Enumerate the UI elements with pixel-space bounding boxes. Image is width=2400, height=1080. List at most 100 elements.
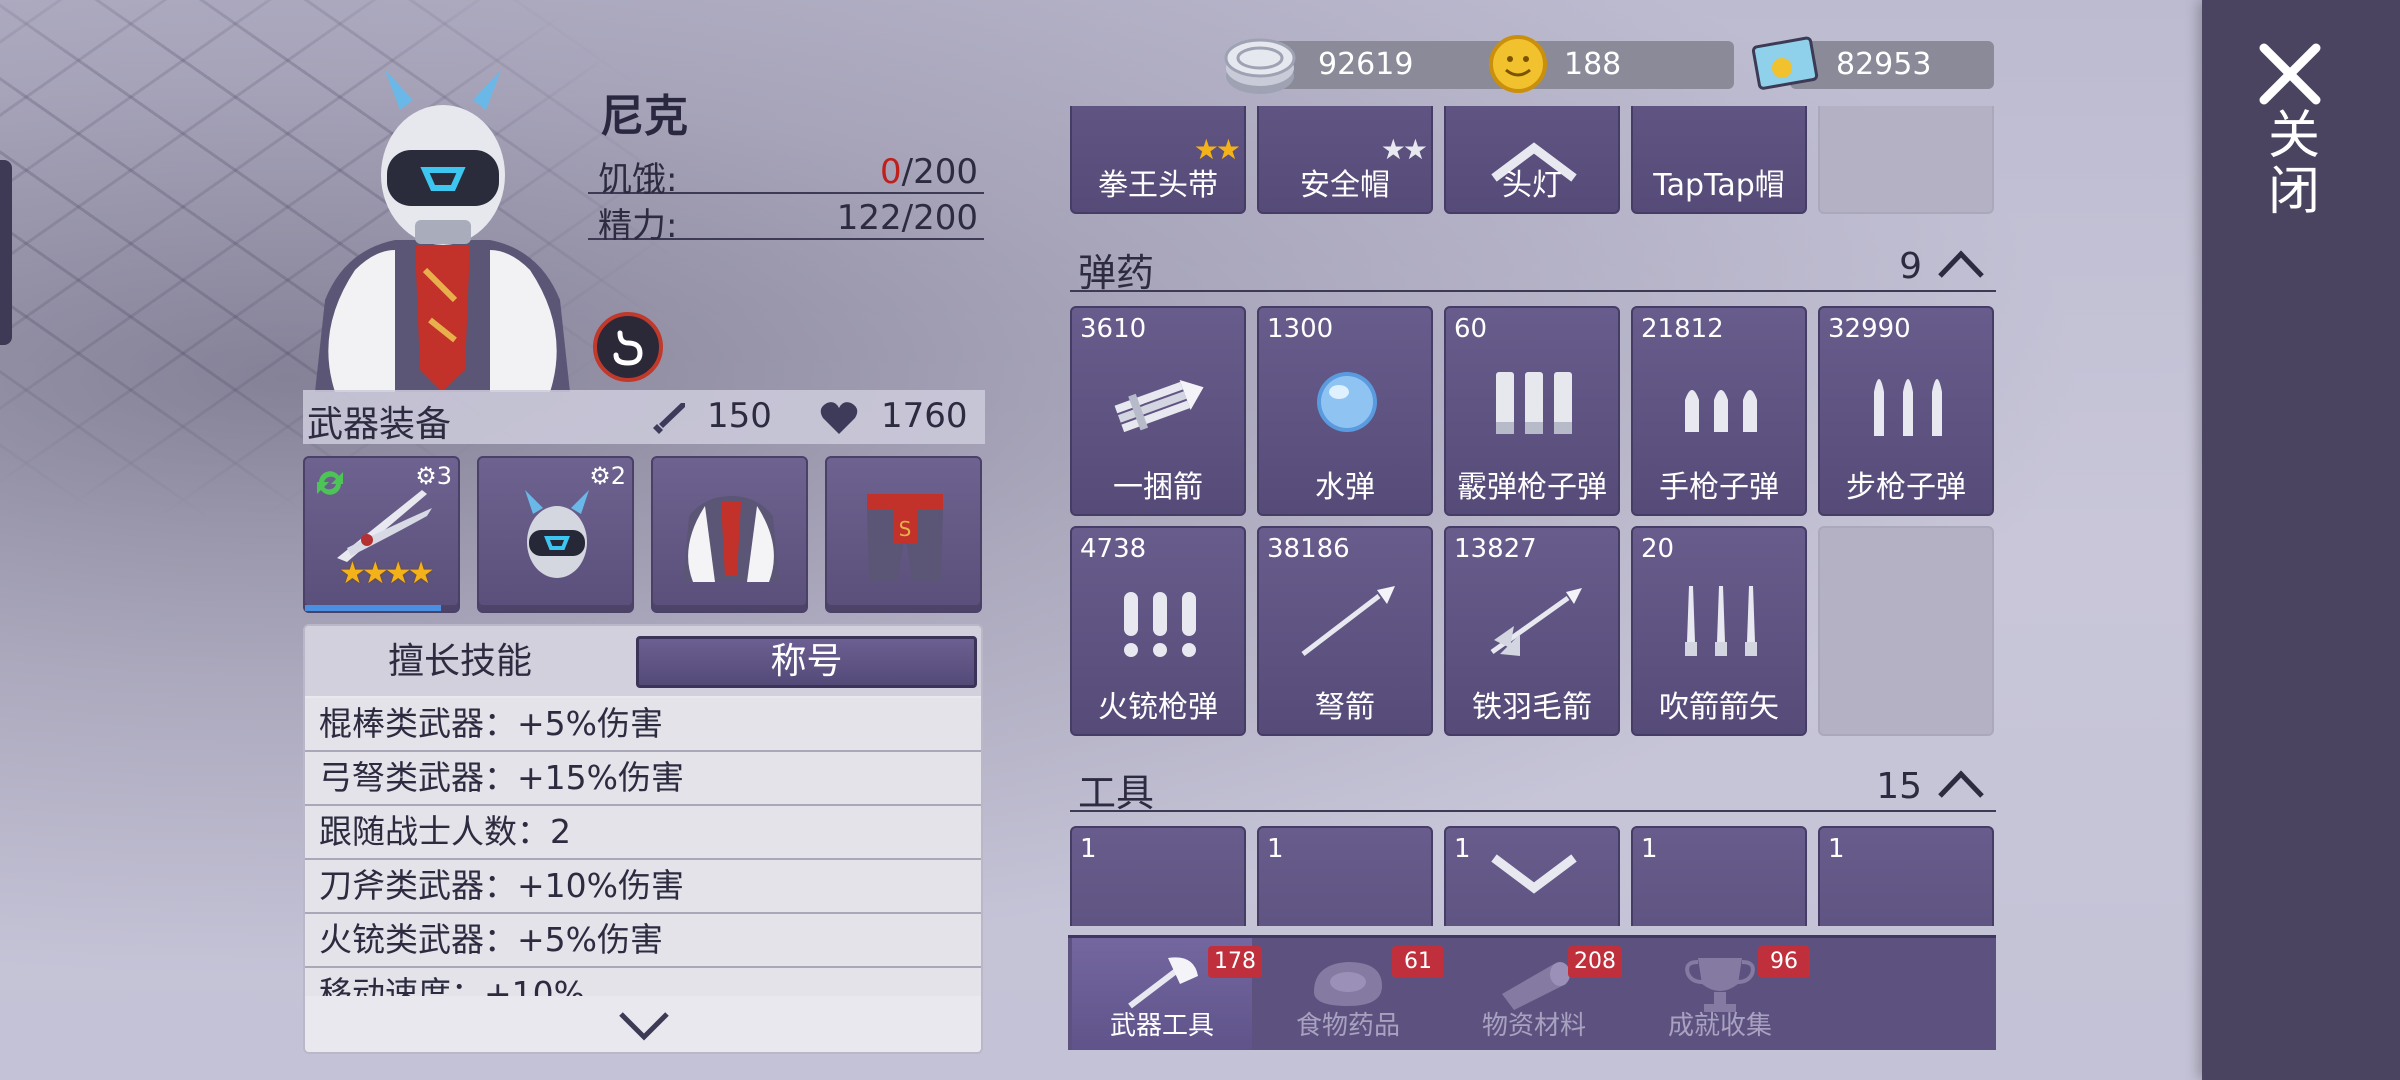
gold-coin-icon[interactable] xyxy=(1488,34,1548,98)
close-label[interactable]: 关闭 xyxy=(2264,108,2324,220)
helmet-upgrade-count: ⚙2 xyxy=(589,462,626,490)
item-name: 步枪子弹 xyxy=(1846,470,1966,505)
attack-value: 150 xyxy=(707,396,772,436)
tab-badge: 61 xyxy=(1392,946,1444,978)
item-card-taptap-cap[interactable]: TapTap帽 xyxy=(1631,106,1807,214)
tab-label: 物资材料 xyxy=(1481,1011,1586,1041)
skill-row: 跟随战士人数：2 xyxy=(305,806,981,860)
item-card-hardhat[interactable]: ★★ 安全帽 xyxy=(1257,106,1433,214)
item-card-iron-feather-arrow[interactable]: 13827 铁羽毛箭 xyxy=(1444,526,1620,736)
item-quantity: 4738 xyxy=(1080,534,1147,564)
close-icon[interactable] xyxy=(2254,38,2326,114)
item-quantity: 1300 xyxy=(1267,314,1334,344)
sword-icon xyxy=(651,400,687,440)
character-portrait xyxy=(305,70,580,392)
item-card-rifle-ammo[interactable]: 32990 步枪子弹 xyxy=(1818,306,1994,516)
section-count: 15 xyxy=(1876,766,1922,807)
musket-ball-icon xyxy=(1124,592,1196,657)
item-name: 水弹 xyxy=(1315,470,1375,505)
tab-food-medicine[interactable]: 61 食物药品 xyxy=(1258,938,1444,1050)
tab-weapons-tools[interactable]: 178 武器工具 xyxy=(1072,938,1262,1050)
item-quantity: 1 xyxy=(1828,834,1845,864)
category-tabbar: 178 武器工具 61 食物药品 208 物资材料 96 成就收集 xyxy=(1068,935,1996,1050)
skill-row: 棍棒类武器：+5%伤害 xyxy=(305,698,981,752)
item-name: 吹箭箭矢 xyxy=(1659,690,1779,725)
item-name: 手枪子弹 xyxy=(1659,470,1779,505)
chevron-up-icon[interactable] xyxy=(1936,248,1986,284)
equip-slot-coat[interactable] xyxy=(651,456,808,613)
tab-achievements[interactable]: 96 成就收集 xyxy=(1630,938,1810,1050)
item-quantity: 1 xyxy=(1641,834,1658,864)
item-card-tool[interactable]: 1 xyxy=(1444,826,1620,926)
equipment-header: 武器装备 150 1760 xyxy=(303,390,985,445)
item-card-pistol-ammo[interactable]: 21812 手枪子弹 xyxy=(1631,306,1807,516)
equip-slot-pants[interactable]: S xyxy=(825,456,982,613)
item-quantity: 13827 xyxy=(1454,534,1537,564)
hunger-row: 饥饿: 0/200 xyxy=(588,148,984,200)
item-card-crossbow-bolt[interactable]: 38186 弩箭 xyxy=(1257,526,1433,736)
ticket-icon[interactable] xyxy=(1750,30,1822,100)
item-name: 一捆箭 xyxy=(1113,470,1203,505)
item-card-arrow-bundle[interactable]: 3610 一捆箭 xyxy=(1070,306,1246,516)
item-card-empty xyxy=(1818,526,1994,736)
headgear-row: ★★ 拳王头带 ★★ 安全帽 头灯 TapTap帽 xyxy=(1070,106,2000,214)
item-card-tool[interactable]: 1 xyxy=(1818,826,1994,926)
item-name: 火铳枪弹 xyxy=(1098,690,1218,725)
tab-label: 食物药品 xyxy=(1295,1011,1400,1041)
item-name: 头灯 xyxy=(1502,168,1562,203)
hunger-value: 0/200 xyxy=(880,152,978,192)
weapon-progress-bar xyxy=(305,605,441,611)
tab-skills[interactable]: 擅长技能 xyxy=(305,636,615,688)
pants-icon: S xyxy=(859,486,951,590)
item-name: 弩箭 xyxy=(1315,690,1375,725)
item-quantity: 1 xyxy=(1267,834,1284,864)
tab-materials[interactable]: 208 物资材料 xyxy=(1444,938,1624,1050)
stomach-icon[interactable] xyxy=(593,312,663,382)
weapon-stars: ★★★★ xyxy=(339,556,435,591)
tab-badge: 178 xyxy=(1208,946,1262,978)
item-quantity: 1 xyxy=(1454,834,1471,864)
feather-arrow-icon xyxy=(1490,588,1582,656)
item-card-headband[interactable]: ★★ 拳王头带 xyxy=(1070,106,1246,214)
arrow-bundle-icon xyxy=(1114,379,1204,433)
item-name: 拳王头带 xyxy=(1098,168,1218,203)
item-quantity: 60 xyxy=(1454,314,1488,344)
item-card-blowgun-dart[interactable]: 20 吹箭箭矢 xyxy=(1631,526,1807,736)
tools-section-header[interactable]: 工具 15 xyxy=(1070,758,1996,815)
character-name: 尼克 xyxy=(600,91,688,142)
skills-panel[interactable]: 擅长技能 称号 棍棒类武器：+5%伤害 弓弩类武器：+15%伤害 跟随战士人数：… xyxy=(303,624,983,1054)
item-card-tool[interactable]: 1 xyxy=(1070,826,1246,926)
energy-label: 精力: xyxy=(598,206,678,246)
equip-slot-weapon[interactable]: ⚙3 ★★★★ xyxy=(303,456,460,613)
side-drawer-handle[interactable] xyxy=(0,160,12,345)
coat-icon xyxy=(675,486,787,590)
heart-icon xyxy=(819,400,859,440)
silver-coin-icon[interactable] xyxy=(1222,28,1298,108)
item-card-musket-ball[interactable]: 4738 火铳枪弹 xyxy=(1070,526,1246,736)
item-card-tool[interactable]: 1 xyxy=(1257,826,1433,926)
item-card-shotgun-shell[interactable]: 60 霰弹枪子弹 xyxy=(1444,306,1620,516)
chevron-down-icon[interactable] xyxy=(617,1010,671,1046)
item-card-tool[interactable]: 1 xyxy=(1631,826,1807,926)
item-name: 铁羽毛箭 xyxy=(1472,690,1592,725)
item-card-headlamp[interactable]: 头灯 xyxy=(1444,106,1620,214)
tab-titles[interactable]: 称号 xyxy=(636,636,977,688)
chevron-down-icon xyxy=(1490,854,1578,898)
equip-slot-helmet[interactable]: ⚙2 xyxy=(477,456,634,613)
ammo-section-header[interactable]: 弹药 9 xyxy=(1070,238,1996,295)
energy-value: 122/200 xyxy=(836,198,978,238)
tools-row: 1 1 1 1 1 xyxy=(1070,826,2000,926)
skills-tabs: 擅长技能 称号 xyxy=(305,626,981,696)
close-panel[interactable]: 关闭 xyxy=(2202,0,2400,1080)
pistol-ammo-icon xyxy=(1685,390,1757,432)
item-quantity: 32990 xyxy=(1828,314,1911,344)
tab-label: 成就收集 xyxy=(1667,1011,1772,1041)
equipment-title: 武器装备 xyxy=(307,404,452,445)
item-quantity: 1 xyxy=(1080,834,1097,864)
gold-amount: 188 xyxy=(1524,41,1734,89)
rifle-ammo-icon xyxy=(1874,379,1942,436)
skill-row: 弓弩类武器：+15%伤害 xyxy=(305,752,981,806)
item-card-water-bullet[interactable]: 1300 水弹 xyxy=(1257,306,1433,516)
chevron-up-icon[interactable] xyxy=(1936,768,1986,804)
item-card-empty xyxy=(1818,106,1994,214)
